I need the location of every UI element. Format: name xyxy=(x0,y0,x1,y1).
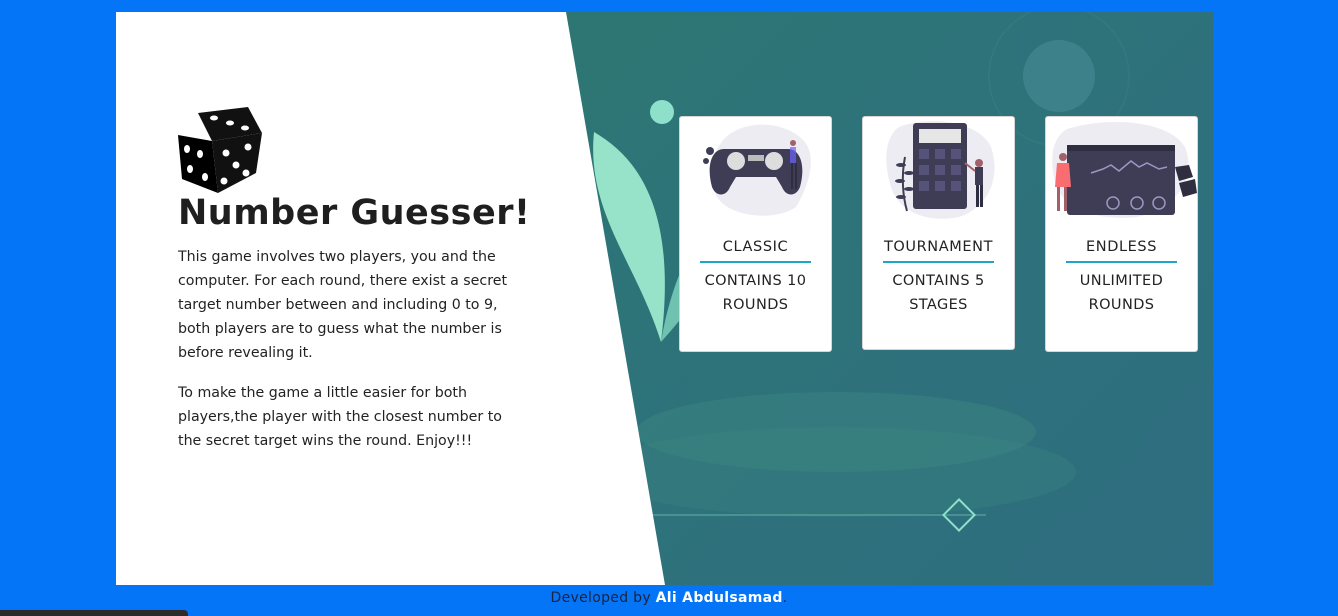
page-title: Number Guesser! xyxy=(178,193,531,233)
card-description: CONTAINS 5 STAGES xyxy=(892,273,985,313)
author-link[interactable]: Ali Abdulsamad xyxy=(656,590,783,606)
calculator-illustration-icon xyxy=(885,121,994,219)
footer-suffix: . xyxy=(782,590,788,606)
card-description: CONTAINS 10 ROUNDS xyxy=(704,273,807,313)
main-frame: Number Guesser! This game involves two p… xyxy=(116,12,1213,585)
intro-paragraph-2: To make the game a little easier for bot… xyxy=(178,385,502,449)
footer-prefix: Developed by xyxy=(550,590,651,606)
card-description: UNLIMITED ROUNDS xyxy=(1079,273,1164,313)
card-mode-title: ENDLESS xyxy=(1085,239,1158,255)
intro-section: Number Guesser! This game involves two p… xyxy=(178,107,531,453)
bottom-bar xyxy=(0,610,188,616)
card-mode-title: CLASSIC xyxy=(722,239,789,255)
card-divider xyxy=(1066,261,1177,263)
footer: Developed by Ali Abdulsamad. xyxy=(0,590,1338,606)
endless-mode-card[interactable]: ENDLESS UNLIMITED ROUNDS xyxy=(1045,116,1198,352)
tournament-mode-card[interactable]: TOURNAMENT CONTAINS 5 STAGES xyxy=(862,116,1015,350)
card-divider xyxy=(700,261,811,263)
gamepad-illustration-icon xyxy=(702,124,811,216)
dashboard-illustration-icon xyxy=(1051,122,1197,218)
dice-icon xyxy=(178,107,262,193)
card-mode-title: TOURNAMENT xyxy=(883,239,994,255)
classic-mode-card[interactable]: CLASSIC CONTAINS 10 ROUNDS xyxy=(679,116,832,352)
intro-paragraph-1: This game involves two players, you and … xyxy=(178,249,508,361)
card-divider xyxy=(883,261,994,263)
